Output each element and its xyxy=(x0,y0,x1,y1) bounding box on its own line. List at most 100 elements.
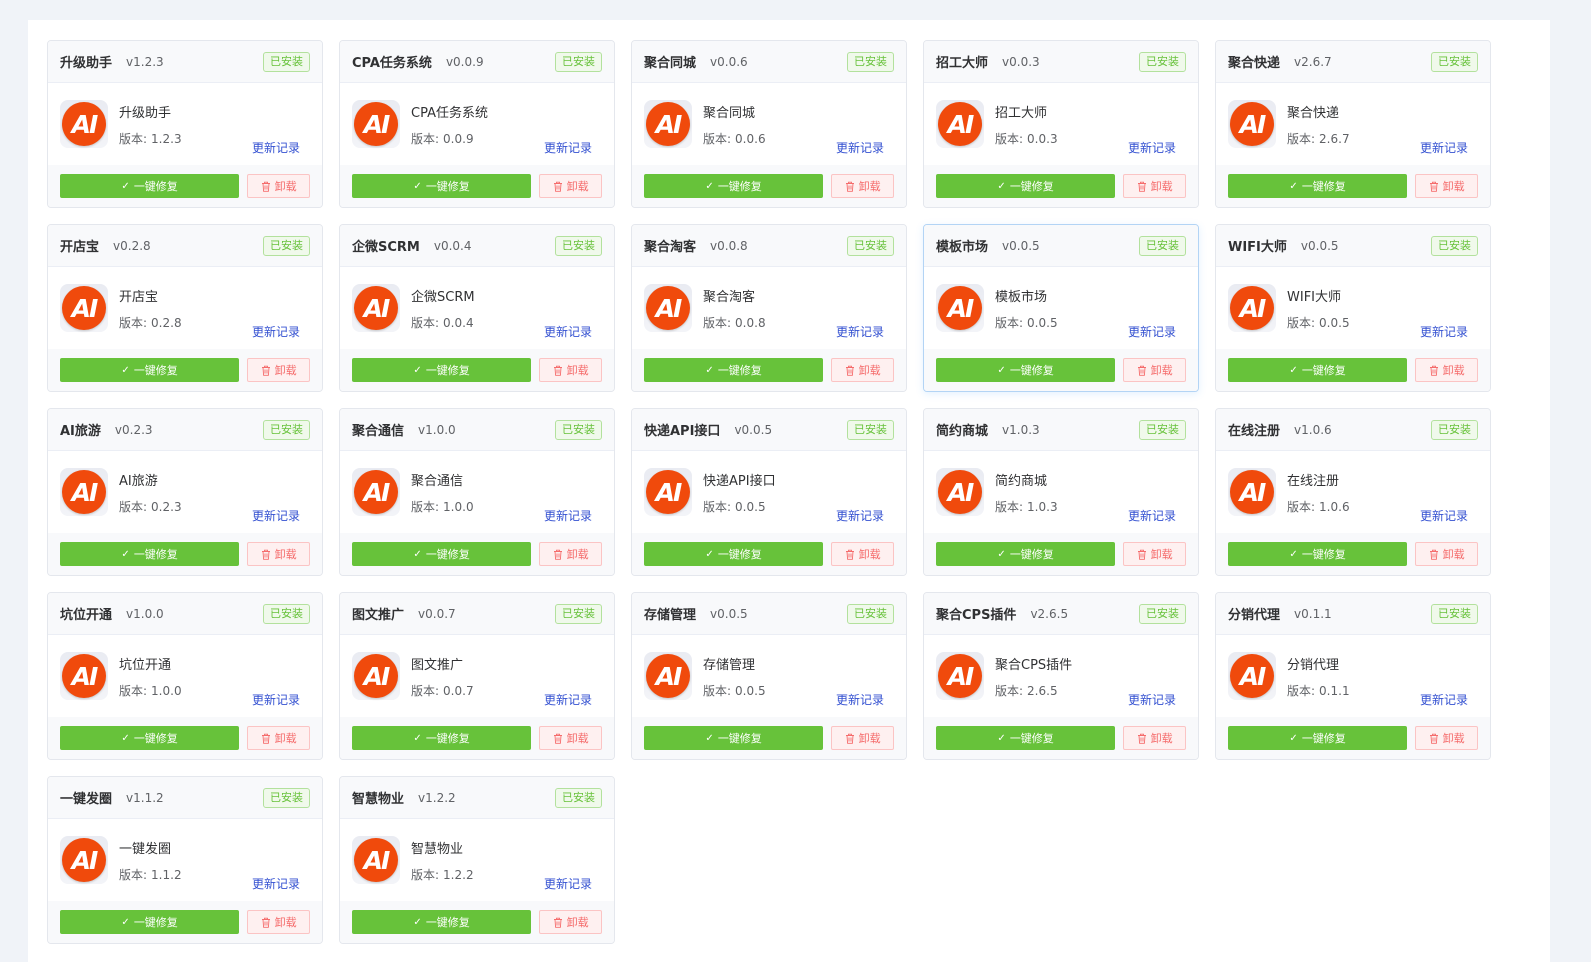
ai-logo-mark: AI xyxy=(1230,286,1274,330)
card-footer: ✓ 一键修复 卸载 xyxy=(1216,165,1490,207)
uninstall-button[interactable]: 卸载 xyxy=(1415,358,1478,382)
repair-button[interactable]: ✓ 一键修复 xyxy=(936,542,1116,566)
plugin-version-line: 版本: 1.1.2 xyxy=(119,866,182,883)
repair-button[interactable]: ✓ 一键修复 xyxy=(352,542,532,566)
changelog-link[interactable]: 更新记录 xyxy=(252,691,300,708)
uninstall-button[interactable]: 卸载 xyxy=(1123,174,1186,198)
card-header: 聚合快递 v2.6.7 已安装 xyxy=(1216,41,1490,83)
version-value: 0.0.8 xyxy=(735,315,766,330)
repair-button[interactable]: ✓ 一键修复 xyxy=(644,358,824,382)
repair-button[interactable]: ✓ 一键修复 xyxy=(936,358,1116,382)
changelog-link[interactable]: 更新记录 xyxy=(252,323,300,340)
repair-button[interactable]: ✓ 一键修复 xyxy=(936,174,1116,198)
changelog-link[interactable]: 更新记录 xyxy=(252,507,300,524)
ai-logo-mark: AI xyxy=(1230,470,1274,514)
uninstall-button[interactable]: 卸载 xyxy=(247,542,310,566)
repair-button[interactable]: ✓ 一键修复 xyxy=(1228,542,1408,566)
card-footer: ✓ 一键修复 卸载 xyxy=(48,533,322,575)
plugin-name: 聚合快递 xyxy=(1287,105,1340,121)
changelog-link[interactable]: 更新记录 xyxy=(1128,691,1176,708)
repair-button[interactable]: ✓ 一键修复 xyxy=(60,358,240,382)
changelog-link[interactable]: 更新记录 xyxy=(252,875,300,892)
uninstall-button[interactable]: 卸载 xyxy=(1415,174,1478,198)
card-footer: ✓ 一键修复 卸载 xyxy=(48,717,322,759)
plugin-card: 聚合同城 v0.0.6 已安装 AI 聚合同城 版本: 0.0.6 更新记录 ✓ … xyxy=(631,40,907,208)
uninstall-button[interactable]: 卸载 xyxy=(247,174,310,198)
changelog-link[interactable]: 更新记录 xyxy=(1420,507,1468,524)
card-body: AI 聚合通信 版本: 1.0.0 更新记录 xyxy=(340,451,614,533)
plugin-title: 升级助手 xyxy=(60,56,113,71)
changelog-link[interactable]: 更新记录 xyxy=(1420,691,1468,708)
repair-button[interactable]: ✓ 一键修复 xyxy=(644,174,824,198)
changelog-link[interactable]: 更新记录 xyxy=(836,507,884,524)
plugin-version-value: 0.0.5 xyxy=(717,606,748,621)
changelog-link[interactable]: 更新记录 xyxy=(252,139,300,156)
plugin-name: 聚合CPS插件 xyxy=(995,657,1073,673)
uninstall-button-label: 卸载 xyxy=(274,548,297,561)
uninstall-button[interactable]: 卸载 xyxy=(1123,542,1186,566)
uninstall-button[interactable]: 卸载 xyxy=(831,726,894,750)
uninstall-button[interactable]: 卸载 xyxy=(539,542,602,566)
installed-badge: 已安装 xyxy=(1139,603,1186,624)
uninstall-button[interactable]: 卸载 xyxy=(1123,358,1186,382)
changelog-link[interactable]: 更新记录 xyxy=(544,691,592,708)
uninstall-button[interactable]: 卸载 xyxy=(831,358,894,382)
repair-button[interactable]: ✓ 一键修复 xyxy=(352,174,532,198)
uninstall-button[interactable]: 卸载 xyxy=(247,358,310,382)
repair-button[interactable]: ✓ 一键修复 xyxy=(60,542,240,566)
plugin-info: 升级助手 版本: 1.2.3 xyxy=(119,102,182,147)
changelog-link[interactable]: 更新记录 xyxy=(1420,323,1468,340)
uninstall-button[interactable]: 卸载 xyxy=(1415,542,1478,566)
plugin-title: 模板市场 xyxy=(936,240,989,255)
changelog-link[interactable]: 更新记录 xyxy=(544,875,592,892)
uninstall-button[interactable]: 卸载 xyxy=(247,910,310,934)
version-value: 0.2.8 xyxy=(151,315,182,330)
repair-button[interactable]: ✓ 一键修复 xyxy=(1228,358,1408,382)
version-label: 版本: xyxy=(411,131,440,146)
changelog-link[interactable]: 更新记录 xyxy=(544,507,592,524)
uninstall-button[interactable]: 卸载 xyxy=(539,910,602,934)
plugin-title: 企微SCRM xyxy=(352,240,420,255)
changelog-link[interactable]: 更新记录 xyxy=(836,139,884,156)
changelog-link[interactable]: 更新记录 xyxy=(544,139,592,156)
repair-button[interactable]: ✓ 一键修复 xyxy=(60,910,240,934)
changelog-link[interactable]: 更新记录 xyxy=(836,323,884,340)
repair-button[interactable]: ✓ 一键修复 xyxy=(352,726,532,750)
plugin-version-line: 版本: 0.2.8 xyxy=(119,314,182,331)
card-footer: ✓ 一键修复 卸载 xyxy=(48,901,322,943)
repair-button[interactable]: ✓ 一键修复 xyxy=(352,358,532,382)
uninstall-button-label: 卸载 xyxy=(566,548,589,561)
changelog-link[interactable]: 更新记录 xyxy=(1128,139,1176,156)
uninstall-button[interactable]: 卸载 xyxy=(539,726,602,750)
card-header: 招工大师 v0.0.3 已安装 xyxy=(924,41,1198,83)
plugin-name: 聚合通信 xyxy=(411,473,464,489)
changelog-link[interactable]: 更新记录 xyxy=(1420,139,1468,156)
repair-button[interactable]: ✓ 一键修复 xyxy=(60,174,240,198)
changelog-link[interactable]: 更新记录 xyxy=(544,323,592,340)
plugin-info: 聚合同城 版本: 0.0.6 xyxy=(703,102,766,147)
uninstall-button[interactable]: 卸载 xyxy=(831,174,894,198)
repair-button[interactable]: ✓ 一键修复 xyxy=(644,542,824,566)
plugin-version-value: 0.0.7 xyxy=(425,606,456,621)
plugin-version-line: 版本: 0.0.4 xyxy=(411,314,475,331)
repair-button[interactable]: ✓ 一键修复 xyxy=(1228,726,1408,750)
repair-button[interactable]: ✓ 一键修复 xyxy=(352,910,532,934)
uninstall-button[interactable]: 卸载 xyxy=(539,174,602,198)
plugin-card: 坑位开通 v1.0.0 已安装 AI 坑位开通 版本: 1.0.0 更新记录 ✓ … xyxy=(47,592,323,760)
repair-button[interactable]: ✓ 一键修复 xyxy=(936,726,1116,750)
ai-logo-mark: AI xyxy=(62,654,106,698)
uninstall-button[interactable]: 卸载 xyxy=(831,542,894,566)
repair-button-label: 一键修复 xyxy=(1009,732,1054,745)
uninstall-button[interactable]: 卸载 xyxy=(539,358,602,382)
uninstall-button[interactable]: 卸载 xyxy=(1415,726,1478,750)
repair-button[interactable]: ✓ 一键修复 xyxy=(644,726,824,750)
uninstall-button[interactable]: 卸载 xyxy=(247,726,310,750)
changelog-link[interactable]: 更新记录 xyxy=(1128,323,1176,340)
plugin-logo-icon: AI xyxy=(352,652,400,700)
uninstall-button[interactable]: 卸载 xyxy=(1123,726,1186,750)
repair-button[interactable]: ✓ 一键修复 xyxy=(60,726,240,750)
repair-button[interactable]: ✓ 一键修复 xyxy=(1228,174,1408,198)
changelog-link[interactable]: 更新记录 xyxy=(1128,507,1176,524)
trash-icon xyxy=(553,365,562,376)
changelog-link[interactable]: 更新记录 xyxy=(836,691,884,708)
